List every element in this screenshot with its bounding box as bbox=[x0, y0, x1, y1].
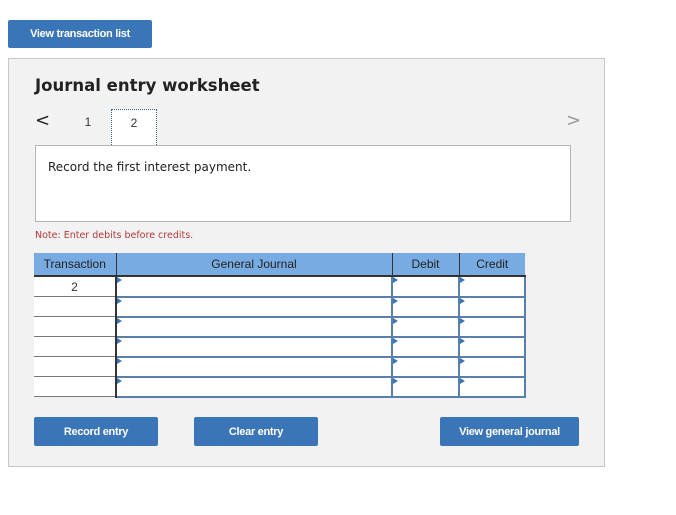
credit-input[interactable] bbox=[460, 317, 524, 336]
transaction-cell bbox=[34, 296, 117, 317]
chevron-right-icon[interactable]: > bbox=[566, 111, 581, 131]
general-journal-input[interactable] bbox=[117, 357, 391, 376]
debit-cell bbox=[391, 295, 460, 318]
cell-marker-icon bbox=[460, 377, 465, 384]
table-header-row: Transaction General Journal Debit Credit bbox=[34, 253, 525, 277]
credit-input[interactable] bbox=[460, 377, 524, 396]
general-journal-input[interactable] bbox=[117, 377, 391, 396]
cell-marker-icon bbox=[393, 297, 398, 304]
cell-marker-icon bbox=[460, 277, 465, 283]
cell-marker-icon bbox=[393, 277, 398, 283]
credit-input[interactable] bbox=[460, 297, 524, 316]
transaction-cell: 2 bbox=[34, 276, 117, 297]
debit-input[interactable] bbox=[393, 317, 458, 336]
general-journal-input[interactable] bbox=[117, 297, 391, 316]
cell-marker-icon bbox=[393, 357, 398, 364]
journal-entry-worksheet-panel: Journal entry worksheet < 1 2 > Record t… bbox=[8, 58, 605, 467]
general-journal-cell bbox=[115, 375, 393, 398]
general-journal-cell bbox=[115, 355, 393, 378]
cell-marker-icon bbox=[393, 377, 398, 384]
cell-marker-icon bbox=[460, 317, 465, 324]
debit-input[interactable] bbox=[393, 337, 458, 356]
transaction-description-box: Record the first interest payment. bbox=[35, 145, 571, 222]
header-general-journal: General Journal bbox=[116, 253, 393, 277]
debit-input[interactable] bbox=[393, 357, 458, 376]
credit-cell bbox=[458, 335, 526, 358]
record-entry-button[interactable]: Record entry bbox=[34, 417, 158, 446]
transaction-cell bbox=[34, 356, 117, 377]
cell-marker-icon bbox=[460, 297, 465, 304]
general-journal-input[interactable] bbox=[117, 277, 391, 296]
debit-cell bbox=[391, 315, 460, 338]
general-journal-cell bbox=[115, 315, 393, 338]
cell-marker-icon bbox=[117, 297, 122, 304]
table-row bbox=[34, 295, 526, 318]
debit-cell bbox=[391, 335, 460, 358]
debit-cell bbox=[391, 355, 460, 378]
page-tab-1[interactable]: 1 bbox=[77, 109, 99, 135]
transaction-cell bbox=[34, 336, 117, 357]
general-journal-cell bbox=[115, 335, 393, 358]
table-row bbox=[34, 355, 526, 378]
table-row bbox=[34, 375, 526, 398]
cell-marker-icon bbox=[117, 277, 122, 283]
credit-input[interactable] bbox=[460, 337, 524, 356]
credit-cell bbox=[458, 315, 526, 338]
credit-input[interactable] bbox=[460, 277, 524, 296]
worksheet-title: Journal entry worksheet bbox=[35, 76, 260, 95]
cell-marker-icon bbox=[117, 317, 122, 324]
journal-entry-table: Transaction General Journal Debit Credit… bbox=[34, 253, 526, 398]
transaction-cell bbox=[34, 376, 117, 397]
cell-marker-icon bbox=[460, 357, 465, 364]
credit-cell bbox=[458, 295, 526, 318]
cell-marker-icon bbox=[393, 337, 398, 344]
debit-input[interactable] bbox=[393, 297, 458, 316]
general-journal-input[interactable] bbox=[117, 337, 391, 356]
general-journal-cell bbox=[115, 295, 393, 318]
header-credit: Credit bbox=[459, 253, 525, 277]
cell-marker-icon bbox=[117, 377, 122, 384]
cell-marker-icon bbox=[117, 357, 122, 364]
chevron-left-icon[interactable]: < bbox=[35, 111, 50, 131]
debit-cell bbox=[391, 275, 460, 298]
general-journal-input[interactable] bbox=[117, 317, 391, 336]
header-debit: Debit bbox=[392, 253, 460, 277]
cell-marker-icon bbox=[117, 337, 122, 344]
table-row bbox=[34, 335, 526, 358]
credit-input[interactable] bbox=[460, 357, 524, 376]
credit-cell bbox=[458, 375, 526, 398]
cell-marker-icon bbox=[393, 317, 398, 324]
clear-entry-button[interactable]: Clear entry bbox=[194, 417, 318, 446]
debit-input[interactable] bbox=[393, 277, 458, 296]
table-row: 2 bbox=[34, 275, 526, 298]
transaction-description: Record the first interest payment. bbox=[48, 160, 252, 174]
transaction-cell bbox=[34, 316, 117, 337]
credit-cell bbox=[458, 355, 526, 378]
debit-input[interactable] bbox=[393, 377, 458, 396]
page-tab-2[interactable]: 2 bbox=[111, 109, 157, 145]
header-transaction: Transaction bbox=[34, 253, 117, 277]
debit-cell bbox=[391, 375, 460, 398]
cell-marker-icon bbox=[460, 337, 465, 344]
credit-cell bbox=[458, 275, 526, 298]
general-journal-cell bbox=[115, 275, 393, 298]
view-general-journal-button[interactable]: View general journal bbox=[440, 417, 579, 446]
debits-note: Note: Enter debits before credits. bbox=[35, 230, 194, 241]
table-row bbox=[34, 315, 526, 338]
view-transaction-list-button[interactable]: View transaction list bbox=[8, 20, 152, 48]
